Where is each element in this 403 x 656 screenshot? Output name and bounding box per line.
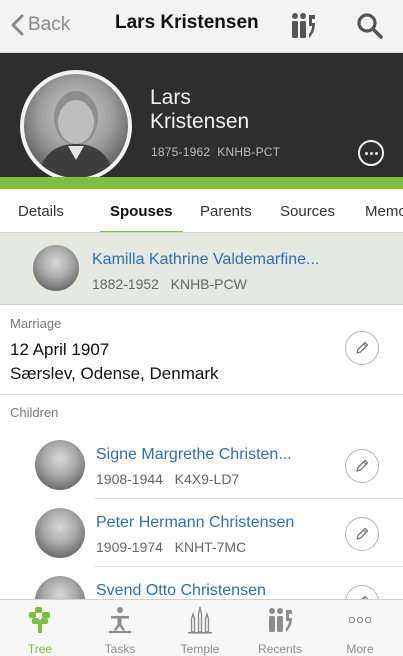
recents-icon[interactable]: [290, 12, 316, 40]
child-avatar: [35, 508, 85, 558]
spouse-row[interactable]: Kamilla Kathrine Valdemarfine... 1882-19…: [0, 233, 403, 305]
temple-icon: [188, 606, 212, 634]
person-surname: Kristensen: [150, 110, 250, 133]
detail-tabs: Details Spouses Parents Sources Memories: [0, 189, 403, 233]
pencil-icon: [356, 341, 369, 354]
edit-marriage-button[interactable]: [345, 331, 379, 365]
child-avatar: [35, 440, 85, 490]
tabbar-tree[interactable]: Tree: [0, 600, 80, 656]
spouse-meta: 1882-1952 KNHB-PCW: [92, 276, 247, 292]
more-options-button[interactable]: [358, 140, 384, 166]
spouse-lifespan: 1882-1952: [92, 276, 159, 292]
tabbar-more-label: More: [346, 642, 374, 656]
child-meta: 1909-1974 KNHT-7MC: [96, 539, 246, 555]
tab-parents[interactable]: Parents: [200, 189, 252, 232]
child-row[interactable]: Signe Margrethe Christen... 1908-1944 K4…: [0, 432, 403, 498]
tabbar-recents-label: Recents: [257, 642, 303, 656]
pencil-icon: [356, 459, 369, 472]
divider: [95, 498, 403, 499]
pencil-icon: [356, 527, 369, 540]
spouse-name[interactable]: Kamilla Kathrine Valdemarfine...: [92, 251, 319, 269]
edit-child-button[interactable]: [345, 449, 379, 483]
ellipsis-icon: [364, 151, 368, 155]
child-lifespan: 1909-1974: [96, 539, 163, 555]
edit-child-button[interactable]: [345, 517, 379, 551]
recents-icon: [269, 608, 292, 632]
person-given-name: Lars: [150, 86, 191, 109]
accent-bar: [0, 177, 403, 189]
tab-memories[interactable]: Memories: [365, 189, 403, 232]
person-pid: KNHB-PCT: [217, 145, 281, 159]
more-icon: [348, 616, 372, 624]
child-pid: KNHT-7MC: [174, 539, 247, 555]
page-title: Lars Kristensen: [115, 12, 259, 33]
bottom-tab-bar: Tree Tasks Temple Recents More: [0, 599, 403, 656]
portrait-silhouette: [38, 91, 114, 178]
nav-bar: Back Lars Kristensen: [0, 0, 403, 53]
child-name[interactable]: Peter Hermann Christensen: [96, 514, 294, 532]
tab-spouses[interactable]: Spouses: [100, 189, 182, 232]
chevron-left-icon: [11, 14, 24, 36]
marriage-date: 12 April 1907: [10, 340, 110, 359]
marriage-label: Marriage: [10, 316, 62, 331]
back-button[interactable]: Back: [10, 10, 70, 40]
tabbar-more[interactable]: More: [320, 600, 400, 656]
person-header: Lars Kristensen 1875-1962 KNHB-PCT: [0, 53, 403, 182]
person-portrait[interactable]: [20, 70, 132, 182]
divider: [0, 394, 403, 395]
back-label: Back: [28, 14, 71, 35]
children-label: Children: [10, 405, 59, 420]
child-row[interactable]: Peter Hermann Christensen 1909-1974 KNHT…: [0, 500, 403, 566]
person-lifespan: 1875-1962: [151, 145, 211, 159]
spouse-pid: KNHB-PCW: [170, 276, 247, 292]
tab-details[interactable]: Details: [18, 189, 64, 232]
tasks-icon: [109, 607, 131, 633]
tabbar-tasks[interactable]: Tasks: [80, 600, 160, 656]
child-pid: K4X9-LD7: [174, 471, 240, 487]
divider: [95, 566, 403, 567]
marriage-place: Særslev, Odense, Denmark: [10, 364, 219, 383]
tabbar-recents[interactable]: Recents: [240, 600, 320, 656]
tree-icon: [29, 607, 50, 633]
child-meta: 1908-1944 K4X9-LD7: [96, 471, 239, 487]
tabbar-tree-label: Tree: [27, 642, 53, 656]
child-name[interactable]: Svend Otto Christensen: [96, 582, 266, 600]
search-icon[interactable]: [356, 12, 384, 40]
tabbar-tasks-label: Tasks: [104, 642, 136, 656]
child-name[interactable]: Signe Margrethe Christen...: [96, 446, 292, 464]
person-meta: 1875-1962 KNHB-PCT: [151, 145, 280, 159]
spouse-avatar: [33, 245, 79, 291]
tabbar-temple-label: Temple: [180, 642, 220, 656]
tab-sources[interactable]: Sources: [280, 189, 335, 232]
child-lifespan: 1908-1944: [96, 471, 163, 487]
tabbar-temple[interactable]: Temple: [160, 600, 240, 656]
